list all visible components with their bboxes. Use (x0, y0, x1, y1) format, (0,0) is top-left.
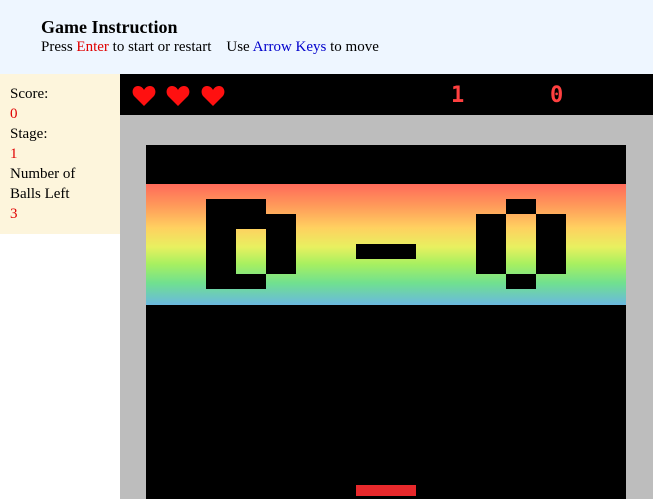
score-label: Score: (10, 86, 49, 102)
instructions-panel: Game Instruction Press Enter to start or… (0, 0, 653, 74)
game-hud: 1 0 (120, 74, 653, 115)
stage-label: Stage: (10, 126, 48, 142)
score-value: 0 (10, 106, 18, 122)
instr-restart: to start or restart Use (108, 39, 253, 55)
hud-stage-number: 1 (451, 83, 465, 108)
heart-icon (166, 86, 190, 106)
play-field[interactable] (146, 145, 626, 499)
heart-icon (132, 86, 156, 106)
stats-sidebar: Score: 0 Stage: 1 Number of Balls Left 3 (0, 74, 120, 234)
enter-key-label: Enter (76, 39, 109, 55)
heart-icon (201, 86, 225, 106)
score-separator (356, 244, 416, 259)
balls-left-label-1: Number of (10, 166, 76, 182)
arrow-keys-label: Arrow Keys (252, 39, 327, 55)
instr-press: Press (41, 39, 77, 55)
balls-left-value: 3 (10, 206, 18, 222)
player-paddle[interactable] (356, 485, 416, 496)
hud-score-number: 0 (550, 83, 564, 108)
instructions-title: Game Instruction (41, 17, 178, 37)
stage-value: 1 (10, 146, 18, 162)
balls-left-label-2: Balls Left (10, 186, 70, 202)
instructions-text: Press Enter to start or restart Use Arro… (41, 39, 379, 56)
game-court (120, 115, 653, 499)
instr-move: to move (326, 39, 379, 55)
score-banner (146, 184, 626, 305)
